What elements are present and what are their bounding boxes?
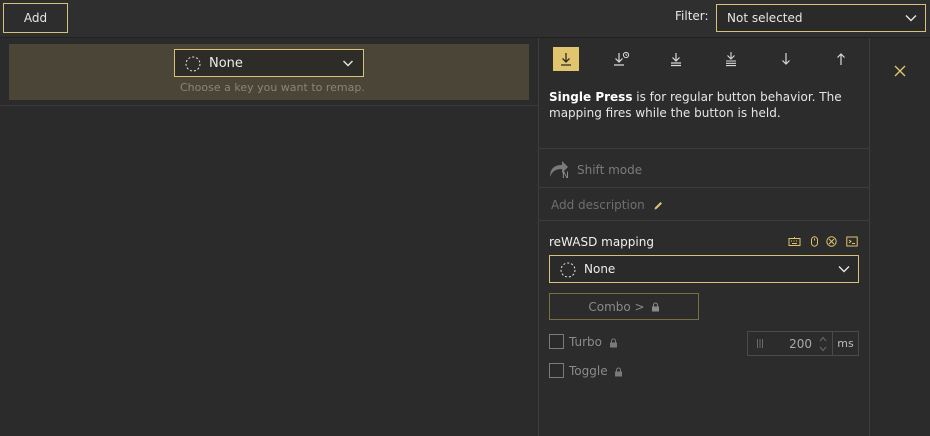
toggle-checkbox[interactable] [549, 363, 564, 378]
filter-dropdown[interactable]: Not selected [716, 4, 926, 32]
divider [0, 105, 538, 106]
single-press-icon [558, 51, 574, 67]
tab-double-press[interactable] [663, 47, 689, 71]
add-description-link[interactable]: Add description [551, 198, 664, 212]
empty-key-icon [185, 56, 201, 72]
divider [539, 187, 869, 188]
chevron-down-icon [904, 11, 918, 25]
turbo-unit: ms [832, 331, 859, 356]
divider [539, 220, 869, 221]
empty-key-icon [560, 262, 576, 278]
arrow-up-icon [833, 51, 849, 67]
gamepad-icon[interactable] [826, 236, 837, 247]
turbo-speed-value: 200 [789, 336, 812, 351]
combo-button[interactable]: Combo > [549, 293, 699, 320]
tab-long-press[interactable] [608, 47, 634, 71]
shift-mode-label[interactable]: Shift mode [577, 163, 642, 177]
turbo-text: Turbo [569, 335, 603, 349]
add-description-label: Add description [551, 198, 645, 212]
turbo-label: Turbo [569, 335, 618, 349]
filter-label: Filter: [675, 9, 709, 23]
triple-press-icon [723, 51, 739, 67]
lock-icon [651, 302, 660, 312]
double-press-icon [668, 51, 684, 67]
filter-value: Not selected [727, 11, 803, 25]
lock-icon [609, 338, 618, 348]
tab-single-press[interactable] [553, 47, 579, 71]
source-key-hint: Choose a key you want to remap. [180, 81, 365, 94]
macro-icon[interactable] [846, 236, 858, 247]
turbo-speed-icon [756, 338, 764, 349]
source-key-dropdown[interactable]: None [174, 49, 364, 77]
press-type-description: Single Press is for regular button behav… [549, 89, 859, 121]
add-button[interactable]: Add [3, 3, 68, 33]
press-type-name: Single Press [549, 90, 633, 104]
tab-release[interactable] [828, 47, 854, 71]
arrow-down-icon [778, 51, 794, 67]
mapping-dropdown[interactable]: None [549, 255, 859, 283]
shift-mode-icon[interactable]: N [548, 158, 574, 182]
tab-triple-press[interactable] [718, 47, 744, 71]
source-key-value: None [209, 55, 243, 71]
close-column [869, 38, 930, 436]
tab-start-press[interactable] [773, 47, 799, 71]
mapping-title: reWASD mapping [549, 235, 654, 249]
stepper-icon[interactable] [818, 334, 828, 354]
shift-mode-badge: N [562, 171, 569, 181]
chevron-down-icon [837, 262, 851, 276]
turbo-speed-input[interactable]: 200 [747, 331, 833, 356]
chevron-down-icon [342, 57, 354, 69]
lock-icon [614, 367, 623, 377]
toggle-text: Toggle [569, 364, 608, 378]
toggle-label: Toggle [569, 364, 623, 378]
mapping-value: None [584, 262, 616, 276]
keyboard-icon[interactable] [788, 236, 801, 247]
mouse-icon[interactable] [809, 236, 820, 247]
combo-label: Combo > [588, 299, 645, 314]
pencil-icon [653, 200, 664, 211]
turbo-checkbox[interactable] [549, 334, 564, 349]
long-press-icon [612, 51, 630, 67]
close-icon[interactable] [892, 63, 908, 79]
divider [539, 148, 869, 149]
